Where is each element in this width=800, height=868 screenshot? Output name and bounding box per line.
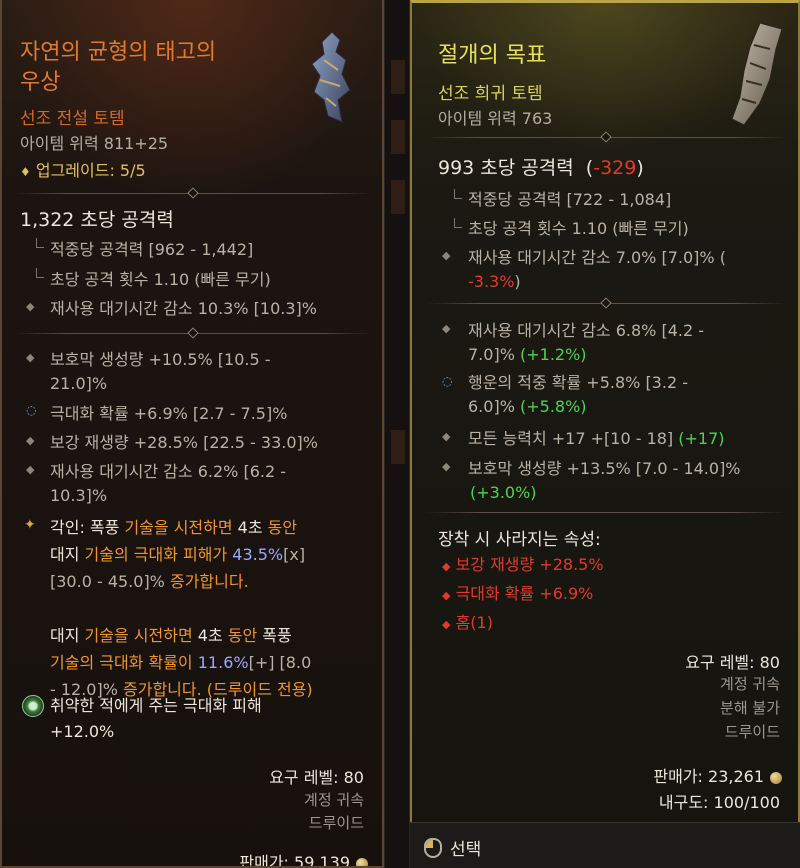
- item-name: 절개의 목표: [438, 43, 547, 68]
- item-tooltip-compare: 절개의 목표 선조 희귀 토템 아이템 위력 763 993 초당 공격력 (-…: [410, 0, 800, 822]
- rune-effect: 취약한 적에게 주는 극대화 피해 +12.0%: [50, 696, 262, 741]
- panel-divider: [384, 0, 410, 868]
- ring-icon: ◌: [26, 403, 37, 417]
- item-power: 아이템 위력 811+25: [20, 134, 169, 153]
- class-restriction: 드루이드: [724, 723, 780, 741]
- bullet-icon: ◆: [26, 463, 35, 476]
- dps-value: 993 초당 공격력 (-329): [438, 157, 644, 179]
- damage-per-hit: 적중당 공격력 [962 - 1,442]: [50, 240, 254, 259]
- lost-affixes-header: 장착 시 사라지는 속성:: [438, 530, 601, 550]
- dps-value: 1,322 초당 공격력: [20, 209, 174, 231]
- totem-icon: [311, 31, 351, 123]
- sell-value: 판매가: 23,261: [653, 763, 782, 787]
- affix-cdr: 재사용 대기시간 감소 6.2% [6.2 - 10.3]%: [50, 462, 287, 505]
- lost-affix: ◆ 보강 재생량 +28.5%: [442, 555, 604, 574]
- gold-coin-icon: [770, 771, 782, 784]
- affix-fortify: 보강 재생량 +28.5% [22.5 - 33.0]%: [50, 433, 318, 452]
- aspect-text: 각인: 폭풍 기술을 시전하면 4초 동안 대지 기술의 극대화 피해가 43.…: [50, 518, 313, 699]
- item-rarity: 선조 희귀 토템: [438, 84, 543, 104]
- mouse-icon: [424, 837, 442, 858]
- rune-icon: [22, 695, 44, 717]
- affix-lucky-hit: 행운의 적중 확률 +5.8% [3.2 - 6.0]% (+5.8%): [468, 373, 688, 416]
- item-name-line1: 자연의 균형의 태고의: [20, 40, 217, 65]
- tree-branch: [454, 189, 462, 199]
- item-name-line2: 우상: [20, 70, 61, 95]
- item-tooltip-equipped: 자연의 균형의 태고의 우상 선조 전설 토템 아이템 위력 811+25 ♦ …: [0, 0, 384, 868]
- totem-icon: [731, 22, 783, 126]
- tree-branch: [454, 218, 462, 228]
- attack-speed: 초당 공격 횟수 1.10 (빠른 무기): [50, 270, 271, 289]
- item-power: 아이템 위력 763: [438, 109, 553, 128]
- sell-value: 판매가: 59,139: [239, 849, 368, 866]
- separator-ornament: [187, 187, 199, 199]
- upgrade-count: ♦ 업그레이드: 5/5: [20, 161, 146, 180]
- bullet-icon: ◆: [26, 434, 35, 447]
- unsalvageable: 분해 불가: [720, 699, 780, 717]
- action-bar: 선택: [410, 822, 800, 868]
- lost-affix: ◆ 극대화 확률 +6.9%: [442, 584, 594, 603]
- attack-speed: 초당 공격 횟수 1.10 (빠른 무기): [468, 219, 689, 238]
- account-bound: 계정 귀속: [720, 675, 780, 693]
- item-rarity: 선조 전설 토템: [20, 109, 125, 129]
- affix-cdr: 재사용 대기시간 감소 6.8% [4.2 - 7.0]% (+1.2%): [468, 321, 705, 364]
- separator: [426, 512, 786, 513]
- lost-affixes-list: ◆ 보강 재생량 +28.5% ◆ 극대화 확률 +6.9% ◆ 홈(1): [442, 551, 604, 638]
- select-button[interactable]: 선택: [424, 835, 481, 860]
- affix-barrier-gen: 보호막 생성량 +10.5% [10.5 - 21.0]%: [50, 350, 271, 393]
- bullet-icon: ◆: [442, 322, 451, 335]
- separator-ornament: [600, 297, 612, 309]
- bullet-icon: ◆: [442, 249, 451, 262]
- implicit-affix: 재사용 대기시간 감소 10.3% [10.3]%: [50, 299, 317, 318]
- class-restriction: 드루이드: [308, 814, 364, 832]
- bullet-icon: ◆: [26, 351, 35, 364]
- lost-affix: ◆ 홈(1): [442, 613, 493, 632]
- bullet-icon: ◆: [442, 430, 451, 443]
- gold-coin-icon: [356, 857, 368, 866]
- tree-branch: [36, 238, 44, 248]
- affix-all-stats: 모든 능력치 +17 +[10 - 18] (+17): [468, 429, 725, 448]
- account-bound: 계정 귀속: [304, 791, 364, 809]
- durability: 내구도: 100/100: [658, 793, 780, 812]
- ring-icon: ◌: [442, 374, 453, 388]
- tree-branch: [36, 268, 44, 278]
- separator-ornament: [600, 131, 612, 143]
- damage-per-hit: 적중당 공격력 [722 - 1,084]: [468, 190, 672, 209]
- star-icon: ✦: [24, 517, 36, 533]
- implicit-affix: 재사용 대기시간 감소 7.0% [7.0]% ( -3.3%): [468, 248, 726, 291]
- affix-crit-chance: 극대화 확률 +6.9% [2.7 - 7.5]%: [50, 404, 288, 423]
- affix-barrier-gen: 보호막 생성량 +13.5% [7.0 - 14.0]% (+3.0%): [468, 459, 741, 502]
- separator-ornament: [187, 327, 199, 339]
- required-level: 요구 레벨: 80: [269, 768, 364, 787]
- bullet-icon: ◆: [26, 300, 35, 313]
- diamond-icon: ♦: [20, 165, 31, 179]
- bullet-icon: ◆: [442, 460, 451, 473]
- required-level: 요구 레벨: 80: [685, 653, 780, 672]
